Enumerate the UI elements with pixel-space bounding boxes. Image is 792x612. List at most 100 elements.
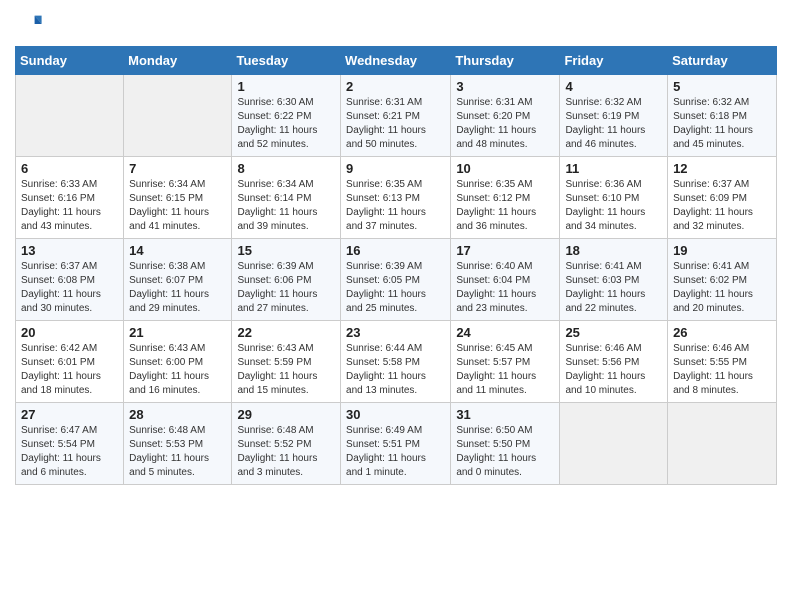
calendar-cell: 26 Sunrise: 6:46 AMSunset: 5:55 PMDayligh… bbox=[668, 321, 777, 403]
calendar-cell: 20 Sunrise: 6:42 AMSunset: 6:01 PMDayligh… bbox=[16, 321, 124, 403]
day-number: 1 bbox=[237, 79, 335, 94]
day-info: Sunrise: 6:32 AMSunset: 6:19 PMDaylight:… bbox=[565, 96, 662, 152]
day-info: Sunrise: 6:41 AMSunset: 6:02 PMDaylight:… bbox=[673, 260, 771, 316]
day-number: 13 bbox=[21, 243, 118, 258]
day-info: Sunrise: 6:44 AMSunset: 5:58 PMDaylight:… bbox=[346, 342, 445, 398]
calendar-cell: 15 Sunrise: 6:39 AMSunset: 6:06 PMDayligh… bbox=[232, 239, 341, 321]
calendar-cell: 28 Sunrise: 6:48 AMSunset: 5:53 PMDayligh… bbox=[124, 403, 232, 485]
day-info: Sunrise: 6:31 AMSunset: 6:20 PMDaylight:… bbox=[456, 96, 554, 152]
day-number: 15 bbox=[237, 243, 335, 258]
day-number: 28 bbox=[129, 407, 226, 422]
day-number: 5 bbox=[673, 79, 771, 94]
day-info: Sunrise: 6:33 AMSunset: 6:16 PMDaylight:… bbox=[21, 178, 118, 234]
logo bbox=[15, 10, 47, 38]
calendar-cell: 17 Sunrise: 6:40 AMSunset: 6:04 PMDayligh… bbox=[451, 239, 560, 321]
weekday-header-tuesday: Tuesday bbox=[232, 47, 341, 75]
weekday-header-sunday: Sunday bbox=[16, 47, 124, 75]
day-number: 31 bbox=[456, 407, 554, 422]
day-info: Sunrise: 6:39 AMSunset: 6:05 PMDaylight:… bbox=[346, 260, 445, 316]
weekday-header-thursday: Thursday bbox=[451, 47, 560, 75]
day-number: 2 bbox=[346, 79, 445, 94]
day-info: Sunrise: 6:37 AMSunset: 6:08 PMDaylight:… bbox=[21, 260, 118, 316]
calendar-cell: 5 Sunrise: 6:32 AMSunset: 6:18 PMDaylight… bbox=[668, 75, 777, 157]
day-info: Sunrise: 6:35 AMSunset: 6:13 PMDaylight:… bbox=[346, 178, 445, 234]
calendar-cell: 24 Sunrise: 6:45 AMSunset: 5:57 PMDayligh… bbox=[451, 321, 560, 403]
day-info: Sunrise: 6:32 AMSunset: 6:18 PMDaylight:… bbox=[673, 96, 771, 152]
day-info: Sunrise: 6:34 AMSunset: 6:15 PMDaylight:… bbox=[129, 178, 226, 234]
day-number: 16 bbox=[346, 243, 445, 258]
day-info: Sunrise: 6:43 AMSunset: 6:00 PMDaylight:… bbox=[129, 342, 226, 398]
day-info: Sunrise: 6:40 AMSunset: 6:04 PMDaylight:… bbox=[456, 260, 554, 316]
calendar-cell bbox=[16, 75, 124, 157]
day-info: Sunrise: 6:38 AMSunset: 6:07 PMDaylight:… bbox=[129, 260, 226, 316]
calendar-cell: 31Sunrise: 6:50 AMSunset: 5:50 PMDayligh… bbox=[451, 403, 560, 485]
calendar-cell: 7 Sunrise: 6:34 AMSunset: 6:15 PMDaylight… bbox=[124, 157, 232, 239]
day-info: Sunrise: 6:47 AMSunset: 5:54 PMDaylight:… bbox=[21, 424, 118, 480]
calendar-cell: 21 Sunrise: 6:43 AMSunset: 6:00 PMDayligh… bbox=[124, 321, 232, 403]
day-number: 21 bbox=[129, 325, 226, 340]
day-info: Sunrise: 6:35 AMSunset: 6:12 PMDaylight:… bbox=[456, 178, 554, 234]
week-row-5: 27 Sunrise: 6:47 AMSunset: 5:54 PMDayligh… bbox=[16, 403, 777, 485]
day-number: 20 bbox=[21, 325, 118, 340]
day-number: 25 bbox=[565, 325, 662, 340]
day-number: 6 bbox=[21, 161, 118, 176]
calendar-cell: 25 Sunrise: 6:46 AMSunset: 5:56 PMDayligh… bbox=[560, 321, 668, 403]
day-number: 19 bbox=[673, 243, 771, 258]
day-info: Sunrise: 6:46 AMSunset: 5:55 PMDaylight:… bbox=[673, 342, 771, 398]
day-info: Sunrise: 6:30 AMSunset: 6:22 PMDaylight:… bbox=[237, 96, 335, 152]
calendar-cell: 18Sunrise: 6:41 AMSunset: 6:03 PMDayligh… bbox=[560, 239, 668, 321]
week-row-4: 20 Sunrise: 6:42 AMSunset: 6:01 PMDayligh… bbox=[16, 321, 777, 403]
calendar-cell: 2 Sunrise: 6:31 AMSunset: 6:21 PMDaylight… bbox=[341, 75, 451, 157]
day-info: Sunrise: 6:45 AMSunset: 5:57 PMDaylight:… bbox=[456, 342, 554, 398]
calendar-cell: 1 Sunrise: 6:30 AMSunset: 6:22 PMDaylight… bbox=[232, 75, 341, 157]
day-info: Sunrise: 6:49 AMSunset: 5:51 PMDaylight:… bbox=[346, 424, 445, 480]
day-info: Sunrise: 6:41 AMSunset: 6:03 PMDaylight:… bbox=[565, 260, 662, 316]
day-info: Sunrise: 6:31 AMSunset: 6:21 PMDaylight:… bbox=[346, 96, 445, 152]
day-info: Sunrise: 6:37 AMSunset: 6:09 PMDaylight:… bbox=[673, 178, 771, 234]
day-number: 27 bbox=[21, 407, 118, 422]
calendar-cell: 3 Sunrise: 6:31 AMSunset: 6:20 PMDaylight… bbox=[451, 75, 560, 157]
day-number: 3 bbox=[456, 79, 554, 94]
weekday-header-saturday: Saturday bbox=[668, 47, 777, 75]
weekday-header-friday: Friday bbox=[560, 47, 668, 75]
week-row-1: 1 Sunrise: 6:30 AMSunset: 6:22 PMDaylight… bbox=[16, 75, 777, 157]
weekday-header-row: SundayMondayTuesdayWednesdayThursdayFrid… bbox=[16, 47, 777, 75]
header bbox=[15, 10, 777, 38]
day-info: Sunrise: 6:42 AMSunset: 6:01 PMDaylight:… bbox=[21, 342, 118, 398]
day-info: Sunrise: 6:39 AMSunset: 6:06 PMDaylight:… bbox=[237, 260, 335, 316]
calendar-cell: 10 Sunrise: 6:35 AMSunset: 6:12 PMDayligh… bbox=[451, 157, 560, 239]
calendar-cell: 11 Sunrise: 6:36 AMSunset: 6:10 PMDayligh… bbox=[560, 157, 668, 239]
day-number: 22 bbox=[237, 325, 335, 340]
calendar-table: SundayMondayTuesdayWednesdayThursdayFrid… bbox=[15, 46, 777, 485]
calendar-cell: 19 Sunrise: 6:41 AMSunset: 6:02 PMDayligh… bbox=[668, 239, 777, 321]
calendar-cell: 30 Sunrise: 6:49 AMSunset: 5:51 PMDayligh… bbox=[341, 403, 451, 485]
day-info: Sunrise: 6:34 AMSunset: 6:14 PMDaylight:… bbox=[237, 178, 335, 234]
day-info: Sunrise: 6:48 AMSunset: 5:53 PMDaylight:… bbox=[129, 424, 226, 480]
day-number: 10 bbox=[456, 161, 554, 176]
weekday-header-monday: Monday bbox=[124, 47, 232, 75]
calendar-cell: 9 Sunrise: 6:35 AMSunset: 6:13 PMDaylight… bbox=[341, 157, 451, 239]
logo-icon bbox=[15, 10, 43, 38]
week-row-2: 6 Sunrise: 6:33 AMSunset: 6:16 PMDaylight… bbox=[16, 157, 777, 239]
day-info: Sunrise: 6:46 AMSunset: 5:56 PMDaylight:… bbox=[565, 342, 662, 398]
calendar-cell bbox=[668, 403, 777, 485]
day-number: 4 bbox=[565, 79, 662, 94]
calendar-cell: 12 Sunrise: 6:37 AMSunset: 6:09 PMDayligh… bbox=[668, 157, 777, 239]
day-number: 12 bbox=[673, 161, 771, 176]
calendar-cell: 16 Sunrise: 6:39 AMSunset: 6:05 PMDayligh… bbox=[341, 239, 451, 321]
calendar-cell: 8 Sunrise: 6:34 AMSunset: 6:14 PMDaylight… bbox=[232, 157, 341, 239]
day-number: 17 bbox=[456, 243, 554, 258]
day-info: Sunrise: 6:36 AMSunset: 6:10 PMDaylight:… bbox=[565, 178, 662, 234]
day-number: 7 bbox=[129, 161, 226, 176]
day-number: 9 bbox=[346, 161, 445, 176]
weekday-header-wednesday: Wednesday bbox=[341, 47, 451, 75]
calendar-cell: 6 Sunrise: 6:33 AMSunset: 6:16 PMDaylight… bbox=[16, 157, 124, 239]
day-number: 26 bbox=[673, 325, 771, 340]
calendar-cell: 4 Sunrise: 6:32 AMSunset: 6:19 PMDaylight… bbox=[560, 75, 668, 157]
calendar-cell: 22 Sunrise: 6:43 AMSunset: 5:59 PMDayligh… bbox=[232, 321, 341, 403]
day-number: 11 bbox=[565, 161, 662, 176]
day-info: Sunrise: 6:43 AMSunset: 5:59 PMDaylight:… bbox=[237, 342, 335, 398]
day-number: 30 bbox=[346, 407, 445, 422]
day-number: 8 bbox=[237, 161, 335, 176]
day-number: 24 bbox=[456, 325, 554, 340]
